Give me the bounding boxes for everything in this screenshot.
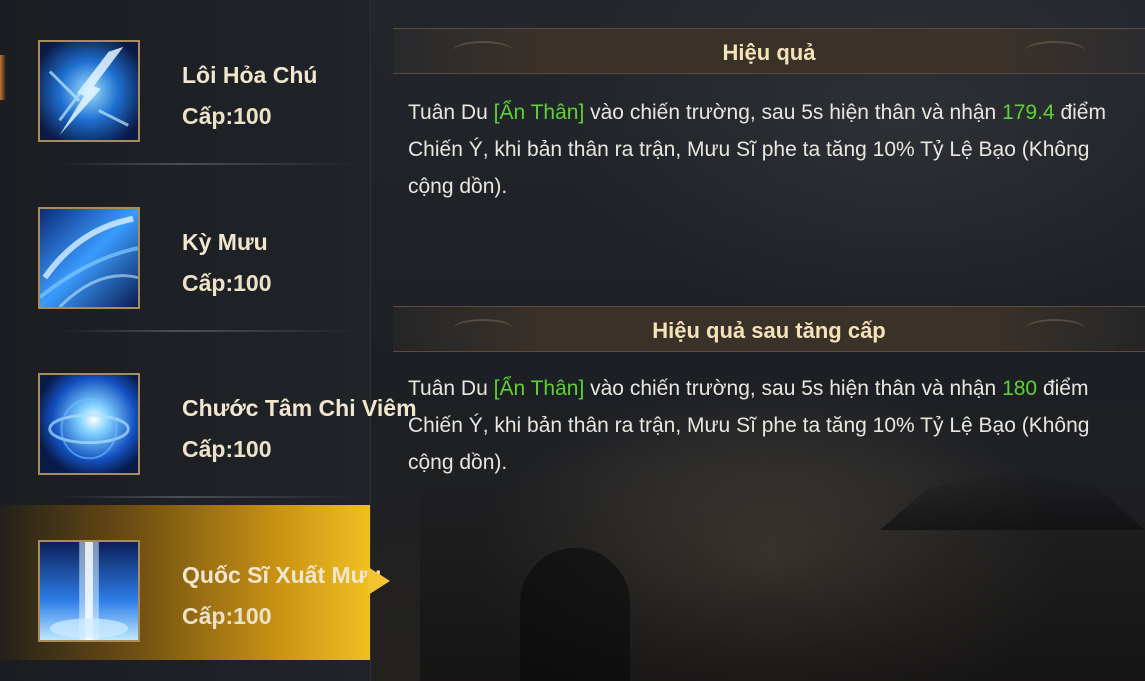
effect-text: vào chiến trường, sau 5s hiện thân và nh… bbox=[584, 101, 1003, 124]
upgrade-effect-title: Hiệu quả sau tăng cấp bbox=[652, 318, 886, 343]
skill-level: Cấp:100 bbox=[182, 603, 272, 629]
effect-value: 179.4 bbox=[1002, 101, 1055, 124]
effect-tag: [Ẩn Thân] bbox=[493, 101, 585, 124]
light-pillar-skill-icon bbox=[38, 540, 140, 642]
skill-name: Lôi Hỏa Chú bbox=[182, 62, 318, 88]
skill-name: Chước Tâm Chi Viêm bbox=[182, 395, 417, 421]
effect-header: Hiệu quả bbox=[393, 28, 1145, 74]
skill-level: Cấp:100 bbox=[182, 436, 272, 462]
effect-description: Tuân Du [Ẩn Thân] vào chiến trường, sau … bbox=[408, 94, 1108, 205]
lightning-fire-skill-icon bbox=[38, 40, 140, 142]
blue-swirl-skill-icon bbox=[38, 207, 140, 309]
skill-item-ky-muu[interactable]: Kỳ Mưu Cấp:100 bbox=[0, 167, 370, 332]
skill-item-chuoc-tam-chi-viem[interactable]: Chước Tâm Chi Viêm Cấp:100 bbox=[0, 333, 417, 498]
skill-level: Cấp:100 bbox=[182, 270, 272, 296]
divider bbox=[60, 163, 360, 165]
skill-item-quoc-si-xuat-muu[interactable]: Quốc Sĩ Xuất Mưu Cấp:100 bbox=[0, 505, 381, 660]
upgrade-effect-text: vào chiến trường, sau 5s hiện thân và nh… bbox=[584, 377, 1003, 400]
background-gate bbox=[520, 548, 630, 681]
skill-name: Quốc Sĩ Xuất Mưu bbox=[182, 562, 382, 588]
divider bbox=[60, 496, 360, 498]
upgrade-effect-text: Tuân Du bbox=[408, 377, 494, 400]
upgrade-effect-description: Tuân Du [Ẩn Thân] vào chiến trường, sau … bbox=[408, 370, 1108, 481]
effect-title: Hiệu quả bbox=[722, 40, 816, 65]
skill-list: Lôi Hỏa Chú Cấp:100 Kỳ Mưu Cấp:100 Chước… bbox=[0, 0, 417, 681]
skill-name: Kỳ Mưu bbox=[182, 229, 268, 255]
skill-item-loi-hoa-chu[interactable]: Lôi Hỏa Chú Cấp:100 bbox=[0, 0, 370, 165]
upgrade-effect-value: 180 bbox=[1002, 377, 1038, 400]
selection-arrow-icon bbox=[368, 567, 390, 595]
blue-burst-skill-icon bbox=[38, 373, 140, 475]
upgrade-effect-tag: [Ẩn Thân] bbox=[493, 377, 585, 400]
upgrade-effect-header: Hiệu quả sau tăng cấp bbox=[393, 306, 1145, 352]
divider bbox=[60, 330, 360, 332]
effect-text: Tuân Du bbox=[408, 101, 494, 124]
skill-level: Cấp:100 bbox=[182, 103, 272, 129]
